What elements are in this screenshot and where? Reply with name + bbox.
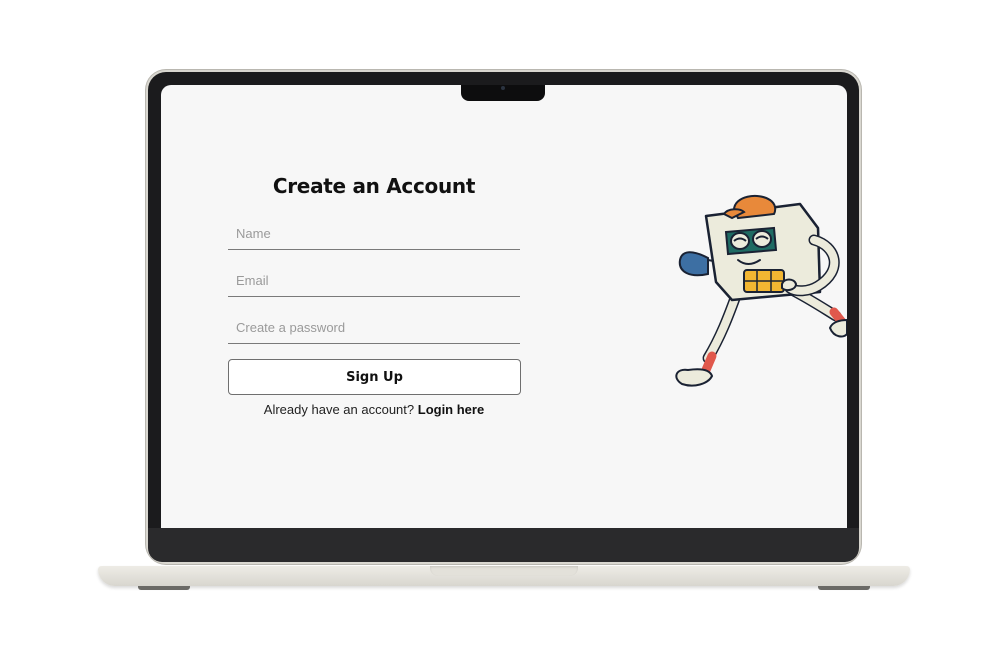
login-link[interactable]: Login here — [418, 402, 484, 417]
walking-card-mascot-icon — [675, 194, 847, 387]
laptop-opening-lip — [430, 566, 578, 576]
email-field[interactable] — [228, 265, 520, 297]
page-title: Create an Account — [272, 174, 476, 198]
laptop-foot-right — [818, 586, 870, 590]
camera-icon — [501, 86, 505, 90]
laptop-foot-left — [138, 586, 190, 590]
sign-up-button[interactable]: Sign Up — [228, 359, 521, 395]
login-prompt-text: Already have an account? — [263, 402, 415, 417]
name-field[interactable] — [228, 218, 520, 250]
password-field[interactable] — [228, 312, 520, 344]
login-prompt-line: Already have an account? Login here — [228, 402, 520, 417]
laptop-bezel-bottom — [148, 528, 859, 562]
